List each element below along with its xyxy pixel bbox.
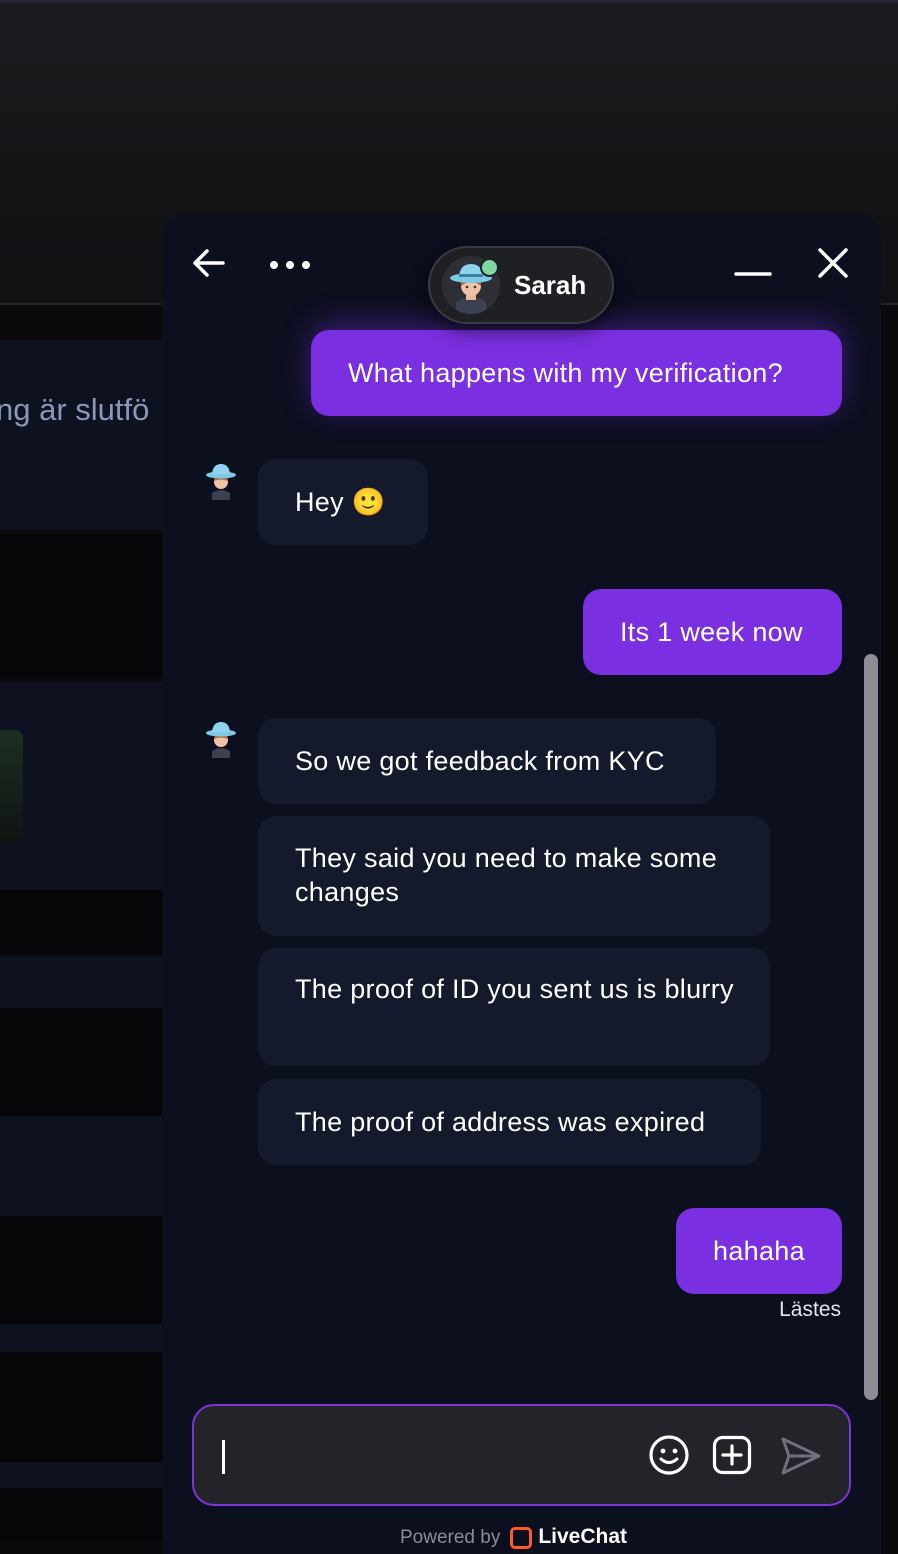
background-card — [0, 682, 162, 890]
chat-widget: Sarah What happens with my verification?… — [162, 214, 881, 1554]
minimize-button[interactable] — [734, 262, 772, 278]
agent-message: They said you need to make some changes — [258, 816, 770, 936]
background-block — [0, 1008, 162, 1116]
background-block — [0, 1216, 162, 1324]
powered-by-footer[interactable]: Powered by LiveChat — [400, 1525, 627, 1549]
agent-message: So we got feedback from KYC — [258, 718, 716, 804]
minimize-icon — [734, 272, 772, 276]
visitor-message: What happens with my verification? — [311, 330, 842, 416]
text-caret — [222, 1440, 225, 1474]
agent-message: The proof of ID you sent us is blurry — [258, 948, 770, 1066]
livechat-logo-icon — [510, 1526, 533, 1549]
visitor-message: Its 1 week now — [583, 589, 842, 675]
background-card — [0, 1462, 162, 1488]
agent-info-pill[interactable]: Sarah — [428, 246, 614, 324]
background-card — [0, 1324, 162, 1352]
read-receipt: Lästes — [779, 1298, 841, 1321]
brand-name: LiveChat — [538, 1525, 628, 1548]
smile-icon — [649, 1435, 689, 1475]
agent-message: Hey 🙂 — [258, 459, 428, 545]
close-icon — [818, 248, 848, 278]
background-block — [0, 890, 162, 954]
plus-square-icon — [712, 1435, 752, 1475]
add-attachment-button[interactable] — [712, 1435, 752, 1475]
send-button[interactable] — [780, 1436, 822, 1476]
background-button — [0, 730, 23, 842]
background-card — [0, 1116, 162, 1216]
message-input[interactable] — [214, 1428, 618, 1486]
agent-small-avatar-icon — [206, 464, 236, 500]
background-heading: ng är slutfö — [0, 392, 150, 427]
emoji-button[interactable] — [648, 1434, 690, 1476]
agent-name: Sarah — [514, 270, 587, 300]
message-composer — [192, 1404, 851, 1506]
scrollbar[interactable] — [864, 654, 878, 1400]
background-block — [0, 534, 162, 678]
back-button[interactable] — [192, 246, 226, 280]
close-button[interactable] — [817, 247, 849, 279]
powered-by-label: Powered by — [400, 1527, 501, 1548]
online-status-indicator — [480, 258, 499, 277]
background-card — [0, 340, 162, 530]
send-icon — [781, 1437, 821, 1475]
background-card — [0, 956, 162, 1008]
background-block — [0, 1488, 162, 1542]
agent-small-avatar-icon — [206, 722, 236, 758]
agent-message: The proof of address was expired — [258, 1079, 761, 1165]
more-horizontal-icon — [270, 261, 310, 269]
background-block — [0, 1352, 162, 1462]
visitor-message: hahaha — [676, 1208, 842, 1294]
arrow-left-icon — [193, 249, 225, 277]
more-options-button[interactable] — [268, 258, 312, 270]
